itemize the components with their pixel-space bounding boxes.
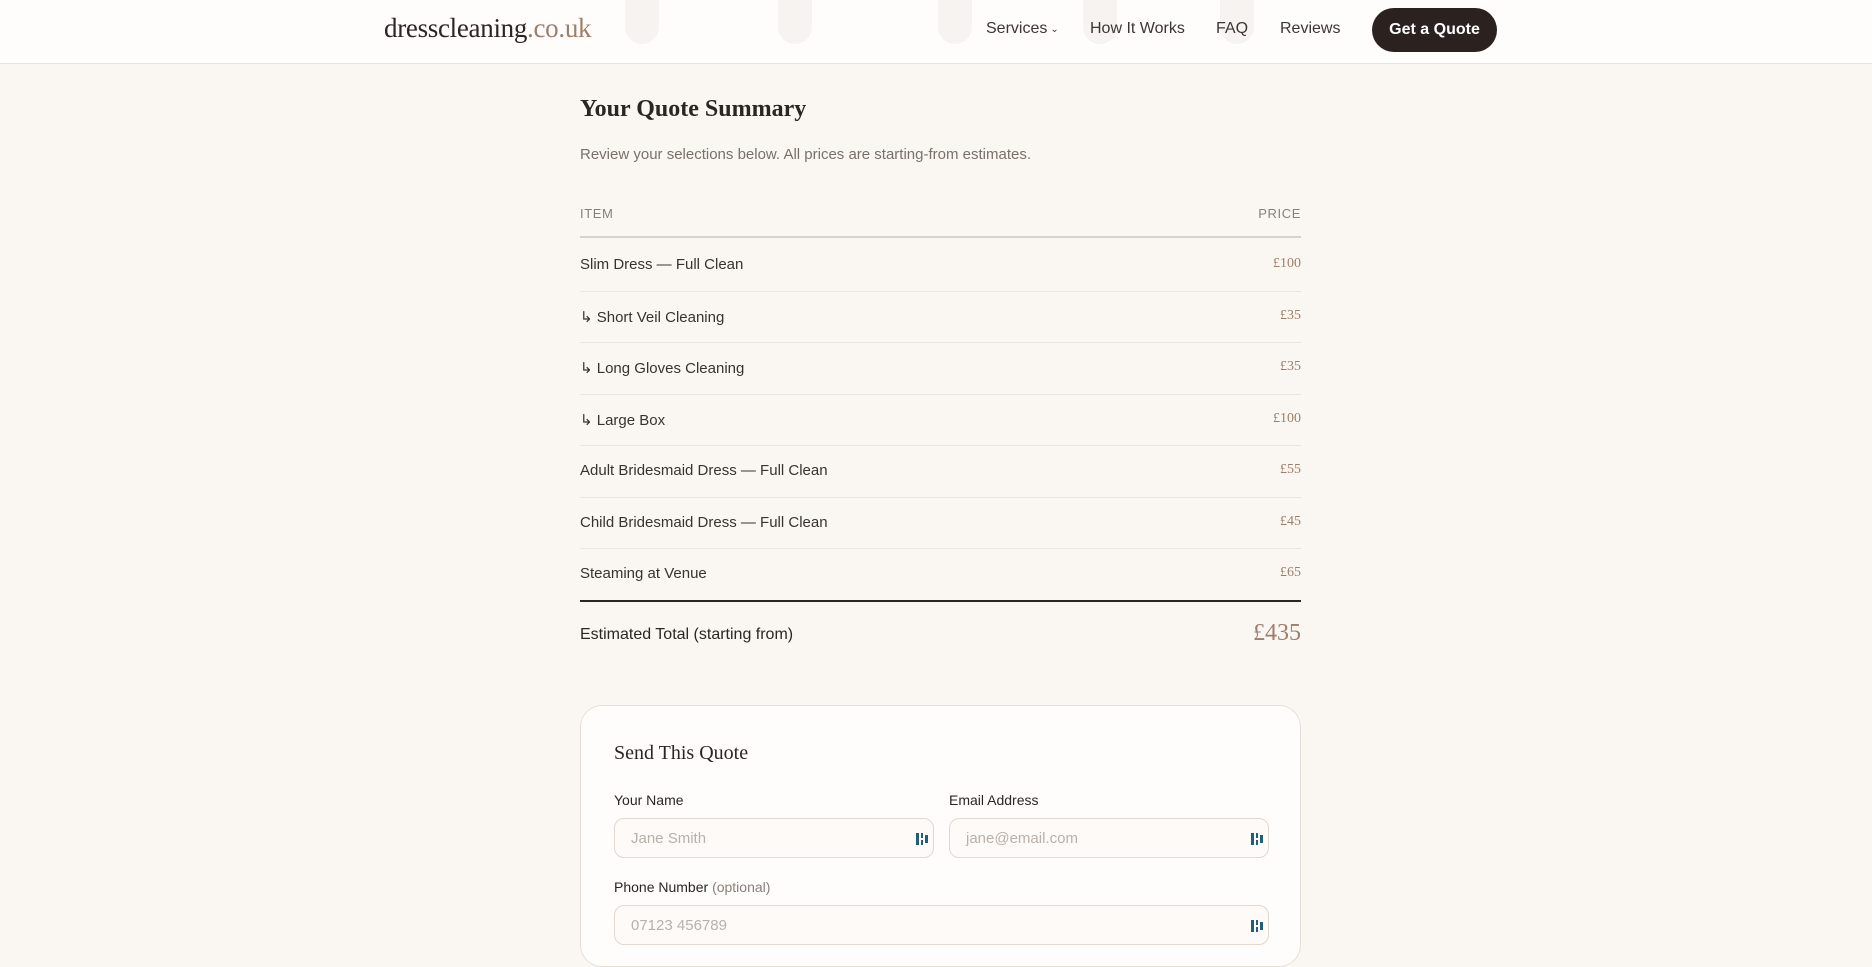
faded-decoration — [938, 0, 972, 44]
password-manager-icon[interactable] — [1250, 918, 1264, 934]
logo-domain: .co.uk — [527, 13, 592, 43]
row-item: Adult Bridesmaid Dress — Full Clean — [580, 462, 828, 479]
name-placeholder: Jane Smith — [631, 830, 707, 847]
row-item: Steaming at Venue — [580, 565, 707, 582]
email-placeholder: jane@email.com — [966, 830, 1078, 847]
estimated-total: Estimated Total (starting from) £435 — [580, 620, 1301, 654]
summary-subtitle: Review your selections below. All prices… — [580, 146, 1032, 163]
logo-name: dresscleaning — [384, 13, 528, 43]
column-item: ITEM — [580, 206, 614, 221]
password-manager-icon[interactable] — [915, 831, 929, 847]
quote-table: Slim Dress — Full Clean £100 ↳ Short Vei… — [580, 240, 1301, 602]
table-row: Adult Bridesmaid Dress — Full Clean £55 — [580, 446, 1301, 498]
name-input[interactable]: Jane Smith — [614, 818, 934, 858]
table-row: ↳ Long Gloves Cleaning £35 — [580, 343, 1301, 395]
row-item: ↳ Long Gloves Cleaning — [580, 360, 745, 377]
get-a-quote-button[interactable]: Get a Quote — [1372, 8, 1497, 52]
form-title: Send This Quote — [614, 742, 749, 764]
nav-services[interactable]: Services ⌄ — [986, 20, 1059, 38]
summary-title: Your Quote Summary — [580, 96, 807, 122]
nav-faq[interactable]: FAQ — [1216, 20, 1248, 38]
row-item: Slim Dress — Full Clean — [580, 256, 744, 273]
nav-reviews[interactable]: Reviews — [1280, 20, 1340, 38]
row-item: ↳ Large Box — [580, 411, 666, 429]
row-price: £55 — [1280, 462, 1301, 477]
email-label: Email Address — [949, 792, 1039, 808]
row-item: Child Bridesmaid Dress — Full Clean — [580, 513, 828, 531]
nav-how-it-works[interactable]: How It Works — [1090, 20, 1185, 38]
site-logo[interactable]: dresscleaning.co.uk — [384, 13, 592, 44]
total-value: £435 — [1253, 620, 1301, 646]
table-row: Steaming at Venue £65 — [580, 549, 1301, 602]
table-row: Slim Dress — Full Clean £100 — [580, 240, 1301, 292]
row-price: £65 — [1280, 565, 1301, 580]
row-price: £35 — [1280, 359, 1301, 374]
phone-optional-hint: (optional) — [712, 879, 771, 895]
column-price: PRICE — [1258, 206, 1301, 221]
table-row: ↳ Short Veil Cleaning £35 — [580, 292, 1301, 343]
faded-decoration — [625, 0, 659, 44]
quote-summary: Your Quote Summary Review your selection… — [580, 96, 1301, 646]
row-price: £45 — [1280, 513, 1301, 529]
email-input[interactable]: jane@email.com — [949, 818, 1269, 858]
table-row: ↳ Large Box £100 — [580, 395, 1301, 446]
phone-input[interactable]: 07123 456789 — [614, 905, 1269, 945]
row-item: ↳ Short Veil Cleaning — [580, 308, 725, 326]
row-price: £35 — [1280, 307, 1301, 323]
total-label: Estimated Total (starting from) — [580, 626, 794, 643]
phone-label: Phone Number (optional) — [614, 879, 770, 895]
send-quote-card: Send This Quote Your Name Jane Smith Ema… — [580, 705, 1301, 967]
site-header: dresscleaning.co.uk Services ⌄ How It Wor… — [0, 0, 1872, 64]
phone-placeholder: 07123 456789 — [631, 917, 727, 934]
name-label: Your Name — [614, 792, 684, 808]
nav-services-label: Services — [986, 20, 1048, 37]
faded-decoration — [778, 0, 812, 44]
table-header: ITEM PRICE — [580, 206, 1301, 238]
table-row: Child Bridesmaid Dress — Full Clean £45 — [580, 498, 1301, 549]
phone-label-text: Phone Number — [614, 879, 709, 895]
password-manager-icon[interactable] — [1250, 831, 1264, 847]
row-price: £100 — [1273, 256, 1301, 271]
row-price: £100 — [1273, 410, 1301, 426]
chevron-down-icon: ⌄ — [1050, 24, 1059, 35]
